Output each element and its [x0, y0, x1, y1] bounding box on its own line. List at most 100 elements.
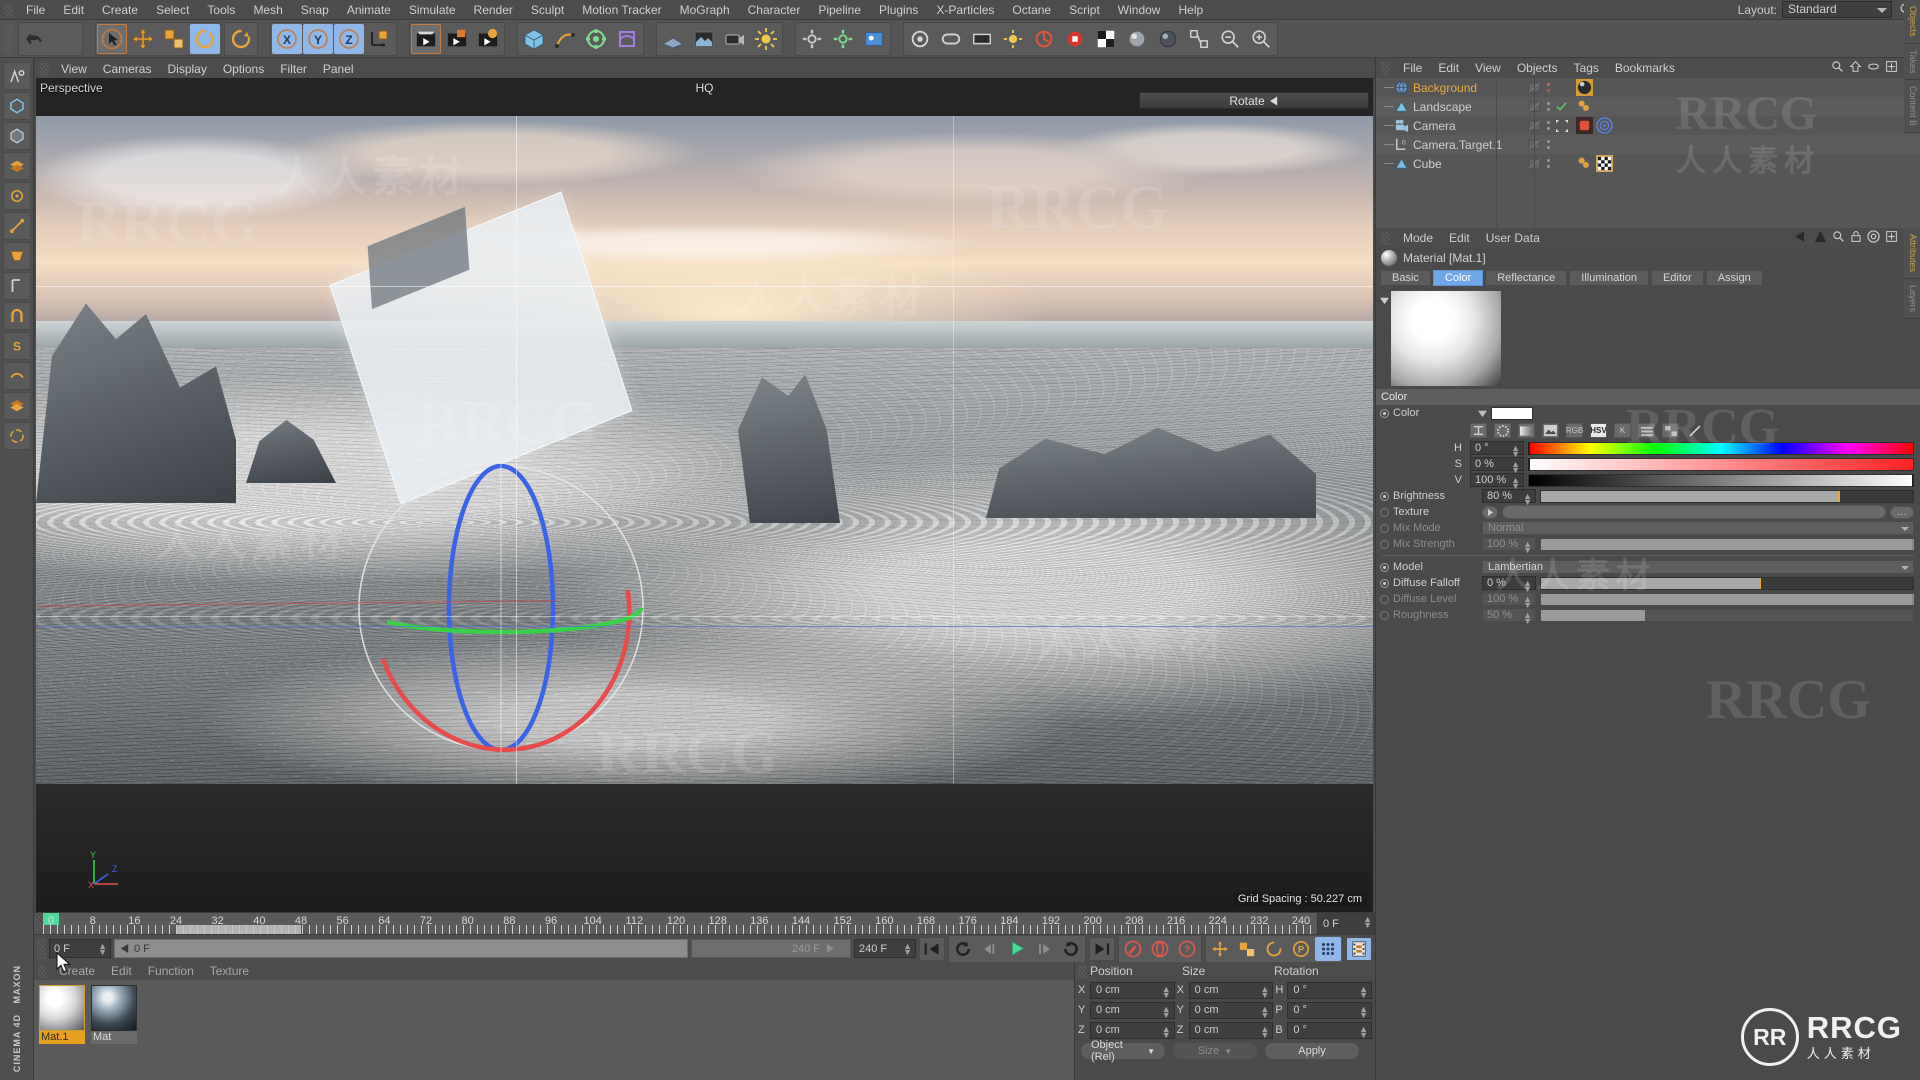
menu-item-sculpt[interactable]: Sculpt — [522, 0, 573, 20]
viewport-hq-label[interactable]: HQ — [696, 81, 714, 95]
rotate-hud[interactable]: Rotate — [1139, 92, 1369, 109]
stepper-icon[interactable]: ▲ ▼ — [1162, 984, 1171, 999]
texture-arrow-icon[interactable] — [1482, 505, 1498, 519]
menu-item-character[interactable]: Character — [739, 0, 810, 20]
material-menu-texture[interactable]: Texture — [202, 962, 257, 980]
menu-item-mesh[interactable]: Mesh — [244, 0, 291, 20]
size-x-input[interactable]: 0 cm ▲ ▼ — [1188, 981, 1274, 999]
roughness-radio-icon[interactable] — [1380, 610, 1389, 620]
diffuse-level-radio-icon[interactable] — [1380, 594, 1389, 604]
object-visibility-dots[interactable] — [1528, 135, 1550, 154]
edge-mode-icon[interactable] — [2, 212, 31, 240]
timeline-ruler[interactable]: 0 8 16 24 32 40 48 56 64 72 80 88 96 104 112 120 128 136 1… — [43, 913, 1317, 934]
target-icon[interactable] — [1867, 230, 1880, 243]
dynamics-icon[interactable] — [2, 422, 31, 450]
protection-tag-icon[interactable] — [1576, 117, 1593, 134]
viewport-menu-grip[interactable] — [40, 62, 49, 76]
axis-lock-icon[interactable] — [2, 272, 31, 300]
color-swatch[interactable] — [1491, 406, 1533, 420]
menu-item-create[interactable]: Create — [93, 0, 147, 20]
diffuse-falloff-input[interactable]: 0 % ▲ ▼ — [1482, 576, 1536, 594]
object-row-cube[interactable]: Cube — [1376, 154, 1920, 173]
diffuse-falloff-marker[interactable] — [1759, 577, 1762, 589]
menu-item-simulate[interactable]: Simulate — [400, 0, 465, 20]
render-visibility-dot[interactable] — [1547, 165, 1550, 168]
transport-grip[interactable] — [37, 938, 46, 959]
position-y-input[interactable]: 0 cm ▲ ▼ — [1090, 1001, 1175, 1019]
stepper-icon[interactable]: ▲ ▼ — [1260, 984, 1269, 999]
lock-x-axis-button[interactable]: X — [272, 23, 302, 54]
tab-basic[interactable]: Basic — [1380, 270, 1431, 286]
size-y-input[interactable]: 0 cm ▲ ▼ — [1188, 1001, 1274, 1019]
stepper-icon[interactable]: ▲ ▼ — [1359, 1024, 1368, 1039]
tab-color[interactable]: Color — [1432, 270, 1484, 286]
lock-icon[interactable] — [1850, 230, 1862, 243]
menu-item-help[interactable]: Help — [1169, 0, 1212, 20]
swatch-layout-icon[interactable] — [1662, 423, 1679, 438]
menu-item-octane[interactable]: Octane — [1003, 0, 1060, 20]
side-tab-content-browser[interactable]: Content B — [1904, 80, 1920, 134]
mix-strength-slider[interactable] — [1540, 537, 1914, 551]
rotate-alt-button[interactable] — [226, 23, 256, 54]
stepper-icon[interactable]: ▲ ▼ — [1260, 1004, 1269, 1019]
viewport-wide-button[interactable] — [967, 23, 997, 54]
world-object-coordinates-button[interactable] — [365, 23, 395, 54]
size-mode-dropdown[interactable]: Size ▼ — [1172, 1042, 1258, 1060]
editor-visibility-dot[interactable] — [1547, 121, 1550, 124]
lock-y-axis-button[interactable]: Y — [303, 23, 333, 54]
color-radio-icon[interactable] — [1380, 408, 1389, 418]
material-item-mat[interactable]: Mat — [91, 985, 137, 1044]
viewport-rounded-button[interactable] — [936, 23, 966, 54]
rgb-mode-button[interactable]: RGB — [1566, 423, 1583, 438]
object-menu-file[interactable]: File — [1395, 58, 1430, 78]
roughness-input[interactable]: 50 % ▲ ▼ — [1482, 608, 1536, 626]
sky-button[interactable] — [689, 23, 719, 54]
visibility-dots[interactable] — [1547, 121, 1550, 130]
go-to-end-button[interactable] — [1089, 936, 1115, 961]
menu-item-file[interactable]: File — [17, 0, 54, 20]
undo-button[interactable] — [20, 23, 50, 54]
up-arrow-icon[interactable] — [1814, 230, 1827, 243]
coordinates-grip[interactable] — [1078, 964, 1087, 978]
saturation-input[interactable]: 0 % ▲ ▼ — [1470, 457, 1524, 475]
mix-strength-input[interactable]: 100 % ▲ ▼ — [1482, 537, 1536, 555]
stepper-icon[interactable]: ▲ ▼ — [1260, 1024, 1269, 1039]
stepper-icon[interactable]: ▲ ▼ — [1511, 460, 1520, 475]
link-icon[interactable] — [1867, 60, 1880, 73]
menu-item-tools[interactable]: Tools — [198, 0, 244, 20]
hue-knob[interactable] — [1528, 441, 1530, 455]
rotation-p-input[interactable]: 0 ° ▲ ▼ — [1287, 1001, 1373, 1019]
go-to-start-button[interactable] — [919, 936, 945, 961]
tab-assign[interactable]: Assign — [1705, 270, 1763, 286]
model-radio-icon[interactable] — [1380, 562, 1389, 572]
stepper-icon[interactable]: ▲ ▼ — [98, 942, 107, 957]
nurbs-generator-button[interactable] — [581, 23, 611, 54]
diffuse-falloff-slider[interactable] — [1540, 576, 1914, 590]
sliders-layout-icon[interactable] — [1638, 423, 1655, 438]
render-visibility-dot[interactable] — [1547, 127, 1550, 130]
deformer-button[interactable] — [612, 23, 642, 54]
menu-item-select[interactable]: Select — [147, 0, 198, 20]
mix-strength-radio-icon[interactable] — [1380, 539, 1389, 549]
timeline-frame-field[interactable]: 0 F ▲ ▼ — [1317, 913, 1375, 934]
menu-item-snap[interactable]: Snap — [292, 0, 338, 20]
stepper-icon[interactable]: ▲ ▼ — [1359, 984, 1368, 999]
collapse-triangle-icon[interactable] — [1380, 296, 1389, 305]
coordinate-mode-dropdown[interactable]: Object (Rel) ▼ — [1080, 1039, 1166, 1063]
point-mode-icon[interactable] — [2, 182, 31, 210]
brightness-radio-icon[interactable] — [1380, 491, 1389, 501]
visibility-dots[interactable] — [1547, 140, 1550, 149]
model-dropdown[interactable]: Lambertian — [1482, 560, 1914, 574]
stepper-icon[interactable]: ▲ ▼ — [1523, 540, 1532, 555]
stepper-icon[interactable]: ▲ ▼ — [1523, 611, 1532, 626]
scale-tool-button[interactable] — [159, 23, 189, 54]
redo-button[interactable] — [51, 23, 81, 54]
select-tool-button[interactable] — [97, 23, 127, 54]
chevron-down-icon[interactable] — [1478, 409, 1487, 418]
timeline-range-selector[interactable] — [176, 925, 301, 934]
render-visibility-dot[interactable] — [1547, 89, 1550, 92]
rotation-b-input[interactable]: 0 ° ▲ ▼ — [1287, 1021, 1373, 1039]
keyframe-selection-button[interactable]: ? — [1174, 937, 1200, 961]
side-tab-takes[interactable]: Takes — [1904, 43, 1920, 81]
object-tree[interactable]: Background Landscape Camera 0 Camera.Tar… — [1376, 78, 1920, 228]
